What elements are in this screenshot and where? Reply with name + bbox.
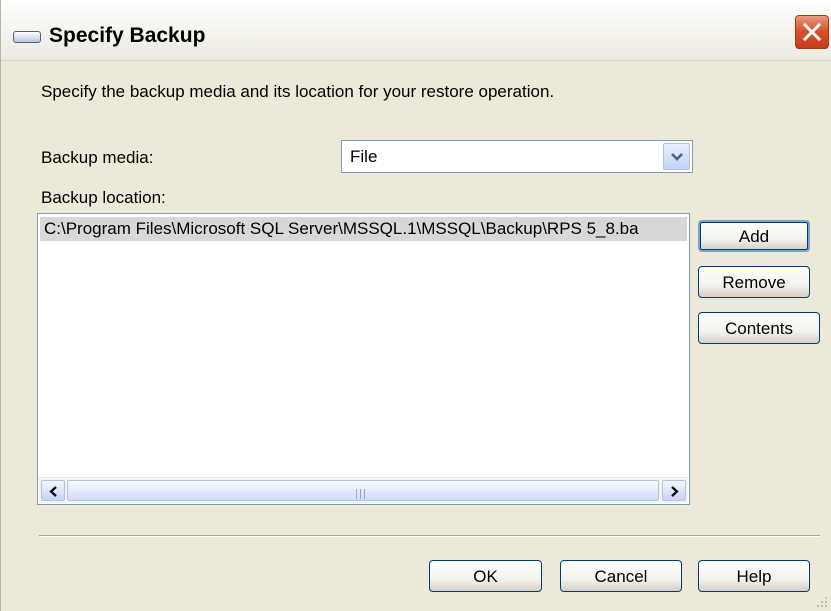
scroll-thumb[interactable] [67, 480, 659, 501]
chevron-down-icon [671, 153, 683, 161]
remove-button[interactable]: Remove [698, 266, 810, 298]
backup-media-select[interactable]: File [341, 140, 693, 173]
resize-grip-icon[interactable] [813, 593, 829, 609]
window-icon [13, 31, 41, 43]
add-button[interactable]: Add [698, 220, 810, 252]
scroll-grip-icon [356, 486, 370, 499]
ok-button[interactable]: OK [429, 560, 542, 592]
close-icon [803, 23, 821, 41]
backup-location-list[interactable]: C:\Program Files\Microsoft SQL Server\MS… [37, 213, 690, 505]
contents-button[interactable]: Contents [698, 312, 820, 344]
scroll-left-button[interactable] [41, 480, 65, 501]
list-item[interactable]: C:\Program Files\Microsoft SQL Server\MS… [40, 217, 687, 241]
arrow-right-icon [671, 486, 679, 497]
help-button[interactable]: Help [698, 560, 810, 592]
dialog-title: Specify Backup [49, 24, 206, 47]
footer-separator [39, 535, 820, 537]
list-item-path: C:\Program Files\Microsoft SQL Server\MS… [44, 219, 639, 238]
backup-media-label: Backup media: [41, 148, 154, 167]
horizontal-scrollbar[interactable] [39, 477, 688, 503]
specify-backup-dialog: Specify Backup Specify the backup media … [0, 0, 831, 611]
title-bar[interactable]: Specify Backup [1, 0, 831, 61]
backup-media-value: File [350, 147, 378, 166]
backup-location-label: Backup location: [41, 188, 166, 207]
scroll-right-button[interactable] [662, 480, 686, 501]
cancel-button[interactable]: Cancel [560, 560, 682, 592]
dialog-description: Specify the backup media and its locatio… [41, 82, 555, 101]
arrow-left-icon [49, 486, 57, 497]
close-button[interactable] [795, 15, 829, 49]
dropdown-button[interactable] [663, 143, 690, 170]
